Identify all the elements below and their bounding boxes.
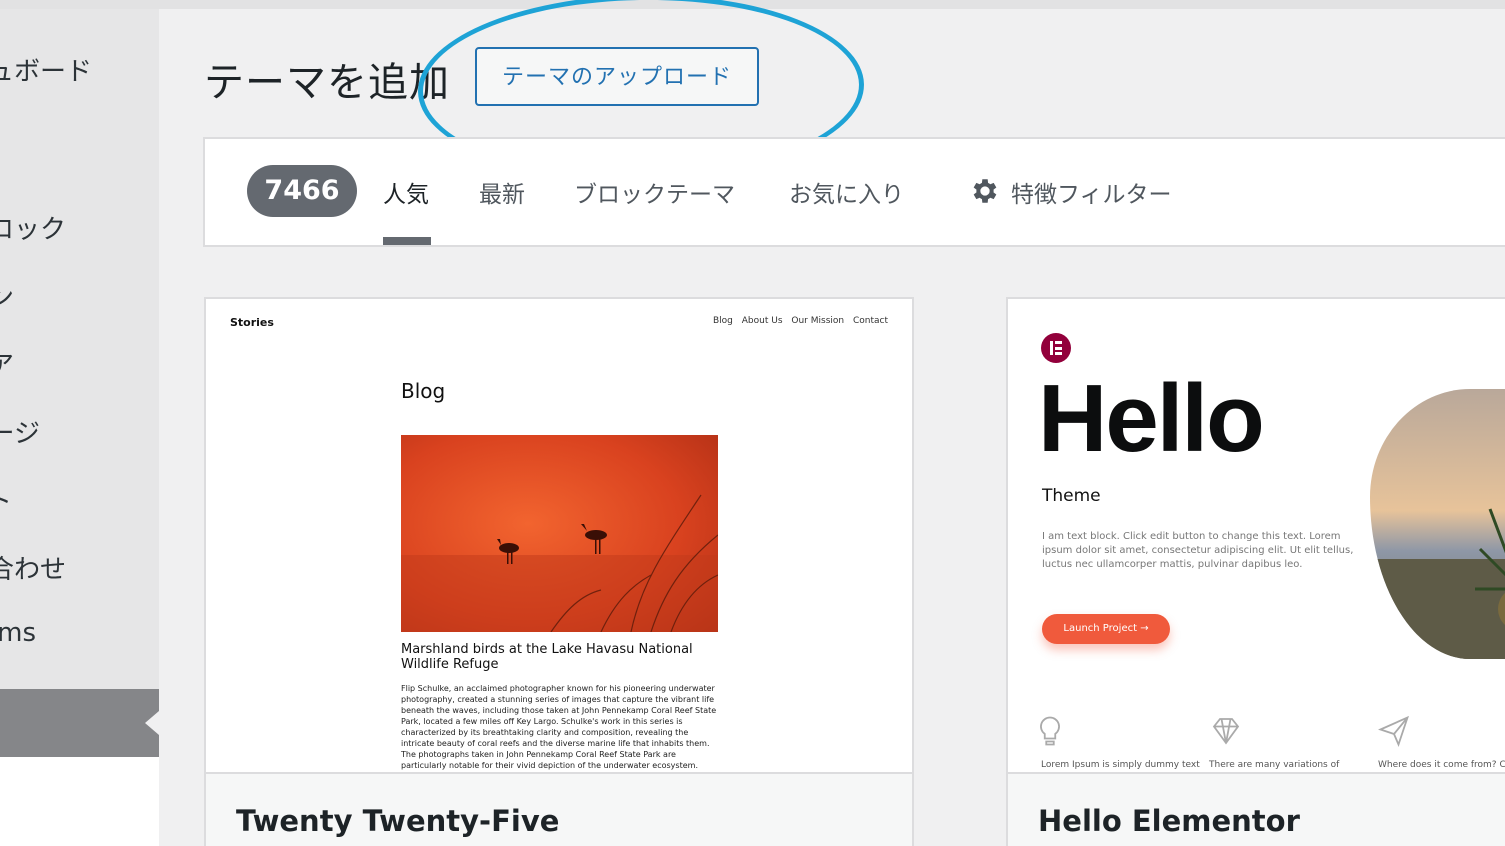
active-indicator-arrow bbox=[145, 711, 159, 735]
sidebar-item-dashboard[interactable]: ュボード bbox=[0, 51, 92, 87]
preview-post-body: Flip Schulke, an acclaimed photographer … bbox=[401, 684, 717, 770]
sidebar-item-label: ア bbox=[0, 351, 14, 381]
paper-plane-icon bbox=[1378, 715, 1409, 748]
sidebar-item-label: ト bbox=[0, 481, 12, 518]
sidebar-item-n[interactable]: ン bbox=[0, 277, 14, 313]
preview-photo-birds bbox=[401, 435, 718, 632]
feature-filter-button[interactable]: 特徴フィルター bbox=[1011, 175, 1172, 209]
theme-card-hello-elementor[interactable]: Hello Theme I am text block. Click edit … bbox=[1006, 297, 1505, 846]
theme-card-twenty-twenty-five[interactable]: Stories Blog About Us Our Mission Contac… bbox=[204, 297, 914, 846]
preview-text: I am text block. Click edit button to ch… bbox=[1042, 531, 1354, 570]
sidebar-item-media[interactable]: ア bbox=[0, 345, 14, 381]
preview-headline: Hello bbox=[1038, 365, 1265, 472]
preview-post-title: Marshland birds at the Lake Havasu Natio… bbox=[401, 642, 693, 672]
elementor-logo-icon bbox=[1041, 333, 1071, 363]
preview-nav-item: Blog bbox=[712, 316, 733, 326]
preview-nav-item: About Us bbox=[741, 316, 783, 326]
theme-name: Hello Elementor bbox=[1038, 804, 1300, 838]
preview-site-name: Stories bbox=[230, 316, 274, 329]
sidebar-item-label: ン bbox=[0, 283, 14, 313]
theme-screenshot[interactable]: Stories Blog About Us Our Mission Contac… bbox=[206, 299, 912, 772]
admin-top-strip bbox=[0, 0, 1505, 9]
preview-nav-item: Contact bbox=[852, 316, 888, 326]
sidebar-item-label: ュボード bbox=[0, 57, 92, 87]
preview-subheadline: Theme bbox=[1042, 486, 1101, 506]
tab-block-themes[interactable]: ブロックテーマ bbox=[574, 175, 735, 209]
preview-heading: Blog bbox=[401, 379, 446, 403]
lightbulb-icon bbox=[1040, 716, 1060, 746]
preview-feature-text: Where does it come from? Cor bbox=[1378, 760, 1505, 770]
sidebar-item-label: 合わせ bbox=[0, 555, 66, 585]
upload-theme-button[interactable]: テーマのアップロード bbox=[475, 47, 759, 106]
admin-sidebar: ュボード ロック ン ア ージ ト 合わせ ms bbox=[0, 9, 159, 846]
theme-card-footer: Hello Elementor bbox=[1008, 772, 1505, 846]
sidebar-item-pages[interactable]: ージ bbox=[0, 413, 40, 449]
preview-nav-item: Our Mission bbox=[791, 316, 845, 326]
sidebar-item-contact[interactable]: 合わせ bbox=[0, 549, 66, 585]
sidebar-item-forms[interactable]: ms bbox=[0, 618, 36, 652]
sidebar-item-block[interactable]: ロック bbox=[0, 209, 66, 245]
sidebar-item-appearance-active[interactable] bbox=[0, 689, 159, 757]
tab-popular[interactable]: 人気 bbox=[383, 175, 429, 209]
preview-landscape-image bbox=[1370, 389, 1505, 659]
sidebar-item-comments[interactable]: ト bbox=[0, 481, 12, 518]
preview-feature-text: There are many variations of bbox=[1209, 760, 1340, 770]
theme-count-badge: 7466 bbox=[247, 165, 357, 217]
page-title: テーマを追加 bbox=[204, 60, 450, 106]
theme-name: Twenty Twenty-Five bbox=[236, 804, 560, 838]
sidebar-submenu-area bbox=[0, 757, 159, 846]
sidebar-item-label: ロック bbox=[0, 215, 66, 245]
gear-icon[interactable] bbox=[969, 175, 1001, 207]
tab-favorites[interactable]: お気に入り bbox=[789, 175, 904, 209]
sidebar-item-label: ms bbox=[0, 618, 36, 648]
theme-screenshot[interactable]: Hello Theme I am text block. Click edit … bbox=[1008, 299, 1505, 772]
preview-launch-button: Launch Project → bbox=[1042, 614, 1170, 644]
theme-filter-bar: 7466 人気 最新 ブロックテーマ お気に入り 特徴フィルター bbox=[203, 137, 1505, 247]
theme-card-footer: Twenty Twenty-Five bbox=[206, 772, 912, 846]
sidebar-item-label: ージ bbox=[0, 419, 40, 449]
preview-nav: Blog About Us Our Mission Contact bbox=[707, 316, 888, 326]
diamond-icon bbox=[1212, 718, 1240, 745]
preview-feature-text: Lorem Ipsum is simply dummy text bbox=[1041, 760, 1200, 770]
active-tab-underline bbox=[383, 237, 431, 245]
tab-latest[interactable]: 最新 bbox=[479, 175, 525, 209]
